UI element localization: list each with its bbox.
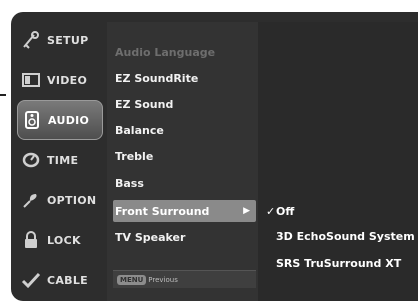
time-icon — [17, 149, 45, 171]
option-label: Front Surround — [115, 204, 210, 218]
option-ez-soundrite[interactable]: EZ SoundRite — [113, 67, 256, 89]
audio-panel: Audio Language EZ SoundRite EZ Sound Bal… — [107, 22, 418, 301]
option-label: Audio Language — [115, 45, 216, 59]
sidebar-item-time[interactable]: TIME — [17, 140, 103, 180]
sidebar-item-audio[interactable]: AUDIO — [17, 100, 103, 140]
sidebar-item-label: LOCK — [47, 233, 81, 247]
callout-line — [0, 94, 6, 96]
option-ez-sound[interactable]: EZ Sound — [113, 93, 256, 115]
option-label: Treble — [115, 149, 154, 163]
option-label: EZ SoundRite — [115, 71, 199, 85]
submenu-option-3d-echosound[interactable]: 3D EchoSound System — [276, 225, 415, 247]
setup-icon — [17, 29, 45, 51]
tv-settings-menu: SETUP VIDEO AUDIO TIME OPTION LOCK CABLE… — [11, 12, 418, 301]
check-icon: ✓ — [266, 204, 276, 218]
category-sidebar: SETUP VIDEO AUDIO TIME OPTION LOCK CABLE — [17, 20, 103, 300]
submenu-option-label: 3D EchoSound System — [276, 229, 415, 243]
audio-options-list: Audio Language EZ SoundRite EZ Sound Bal… — [107, 22, 258, 301]
option-label: Balance — [115, 123, 164, 137]
cable-icon — [17, 269, 45, 291]
sidebar-item-label: CABLE — [47, 273, 88, 287]
option-bass[interactable]: Bass — [113, 172, 256, 194]
sidebar-item-option[interactable]: OPTION — [17, 180, 103, 220]
front-surround-submenu: ✓ Off 3D EchoSound System SRS TruSurroun… — [258, 22, 418, 301]
option-treble[interactable]: Treble — [113, 145, 256, 167]
audio-icon — [18, 109, 46, 131]
option-audio-language: Audio Language — [113, 41, 256, 63]
option-label: EZ Sound — [115, 97, 174, 111]
sidebar-item-label: VIDEO — [47, 73, 88, 87]
sidebar-item-label: OPTION — [47, 193, 97, 207]
sidebar-item-label: AUDIO — [48, 113, 90, 127]
sidebar-item-label: TIME — [47, 153, 79, 167]
submenu-option-off[interactable]: ✓ Off — [266, 200, 294, 222]
submenu-arrow-icon: ▶ — [243, 206, 250, 216]
option-front-surround[interactable]: Front Surround ▶ — [113, 200, 256, 222]
sidebar-item-cable[interactable]: CABLE — [17, 260, 103, 300]
submenu-option-srs-trusurround[interactable]: SRS TruSurround XT — [276, 252, 401, 274]
submenu-option-label: Off — [276, 204, 295, 218]
video-icon — [17, 69, 45, 91]
menu-footer: MENU Previous — [113, 270, 256, 288]
option-label: TV Speaker — [115, 230, 186, 244]
sidebar-item-setup[interactable]: SETUP — [17, 20, 103, 60]
option-icon — [17, 189, 45, 211]
lock-icon — [17, 229, 45, 251]
previous-hint: Previous — [148, 275, 178, 284]
sidebar-item-lock[interactable]: LOCK — [17, 220, 103, 260]
sidebar-item-video[interactable]: VIDEO — [17, 60, 103, 100]
option-tv-speaker[interactable]: TV Speaker — [113, 226, 256, 248]
option-label: Bass — [115, 176, 144, 190]
menu-key-badge: MENU — [117, 274, 147, 285]
submenu-option-label: SRS TruSurround XT — [276, 256, 402, 270]
sidebar-item-label: SETUP — [47, 33, 89, 47]
option-balance[interactable]: Balance — [113, 119, 256, 141]
